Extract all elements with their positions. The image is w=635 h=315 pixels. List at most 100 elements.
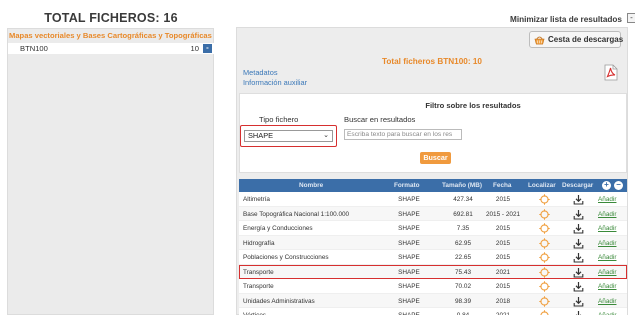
row-date: 2018 [495,297,511,305]
row-size: 98.39 [455,297,471,305]
collapse-all-button[interactable]: − [614,181,623,190]
table-row: Base Topográfica Nacional 1:100.000 SHAPE… [239,206,627,221]
row-date: 2015 [495,283,511,290]
minimize-results-button[interactable]: - [627,13,635,23]
download-icon[interactable] [573,281,584,292]
category-item-btn100[interactable]: BTN100 10 - [8,43,215,54]
row-format: SHAPE [398,210,420,218]
row-name: Poblaciones y Construcciones [243,254,329,261]
row-size: 62.95 [455,239,471,247]
download-icon[interactable] [573,223,584,234]
basket-icon [534,36,545,45]
download-icon[interactable] [573,209,584,220]
table-row: Unidades Administrativas SHAPE 98.39 2018 Añ… [239,293,627,308]
column-header-format[interactable]: Formato [394,182,420,189]
expand-all-button[interactable]: + [602,181,611,190]
table-row: Transporte SHAPE 75.43 2021 Añadir [239,264,627,279]
row-format: SHAPE [398,268,420,276]
row-name: Energía y Conducciones [243,225,313,232]
column-header-size[interactable]: Tamaño (MB) [442,182,482,189]
file-type-value: SHAPE [248,131,274,140]
row-name: Hidrografía [243,239,275,247]
table-row: Hidrografía SHAPE 62.95 2015 Añadir [239,235,627,250]
row-size: 7.35 [456,225,470,232]
category-box: Mapas vectoriales y Bases Cartográficas … [7,28,215,315]
category-item-count: 10 [190,44,199,53]
table-row: VérticesSHAPE0.842021Añadir [239,308,627,315]
row-name: Transporte [243,268,274,276]
add-to-basket-link[interactable]: Añadir [598,240,616,247]
table-header: Nombre Formato Tamaño (MB) Fecha Localiz… [239,179,627,192]
row-name: Unidades Administrativas [243,297,315,305]
locate-icon[interactable] [539,310,550,315]
row-size: 75.43 [455,268,471,276]
file-type-label: Tipo fichero [259,115,299,124]
row-format: SHAPE [398,283,420,290]
download-icon[interactable] [573,296,584,307]
category-item-name: BTN100 [20,44,48,53]
row-date: 2015 [495,239,511,247]
category-header[interactable]: Mapas vectoriales y Bases Cartográficas … [8,31,215,40]
minimize-results-label[interactable]: Minimizar lista de resultados [510,15,622,24]
row-format: SHAPE [398,196,420,203]
row-date: 2015 [495,196,511,203]
filter-title: Filtro sobre los resultados [425,101,521,110]
add-to-basket-link[interactable]: Añadir [598,283,616,290]
column-header-date[interactable]: Fecha [493,182,511,189]
download-icon[interactable] [573,238,584,249]
download-basket-button[interactable]: Cesta de descargas [529,31,623,48]
metadata-link[interactable]: Metadatos [243,68,278,77]
table-row: Altimetría SHAPE 427.34 2015 Añadir [239,192,627,207]
download-icon[interactable] [573,310,584,315]
locate-icon[interactable] [539,223,550,234]
row-format: SHAPE [398,297,420,305]
total-files-btn100: Total ficheros BTN100: 10 [382,57,482,66]
results-sidebar: TOTAL FICHEROS: 16 Mapas vectoriales y B… [0,0,222,315]
column-header-name[interactable]: Nombre [299,182,323,189]
pdf-file-icon[interactable] [604,64,618,81]
download-icon[interactable] [573,252,584,263]
file-type-select[interactable]: SHAPE ⌄ [244,130,333,142]
add-to-basket-link[interactable]: Añadir [598,254,616,261]
add-to-basket-link[interactable]: Añadir [598,225,616,232]
add-to-basket-link[interactable]: Añadir [598,211,616,218]
table-row: Energía y Conducciones SHAPE 7.35 2015 Añadi… [239,221,627,236]
file-type-highlight: SHAPE ⌄ [240,125,337,147]
row-format: SHAPE [398,239,420,247]
search-results-input[interactable]: Escriba texto para buscar en los res [344,129,462,140]
auxiliary-info-link[interactable]: Información auxiliar [243,78,307,87]
total-files-title: TOTAL FICHEROS: 16 [44,11,178,25]
row-format: SHAPE [398,254,420,261]
search-results-label: Buscar en resultados [344,115,416,124]
locate-icon[interactable] [539,266,550,278]
row-size: 427.34 [453,196,473,203]
add-to-basket-link[interactable]: Añadir [598,298,616,305]
add-to-basket-link[interactable]: Añadir [598,269,616,276]
collapse-button[interactable]: - [203,44,212,53]
results-panel: Cesta de descargas Total ficheros BTN100… [236,27,628,315]
table-row: Transporte SHAPE 70.02 2015 Añadir [239,279,627,294]
locate-icon[interactable] [539,281,550,292]
row-date: 2015 - 2021 [485,210,521,218]
locate-icon[interactable] [539,237,550,249]
column-header-locate: Localizar [528,182,556,189]
row-name: Transporte [243,283,274,290]
chevron-down-icon: ⌄ [323,132,329,139]
results-filter: Filtro sobre los resultados Tipo fichero… [239,93,627,173]
download-icon[interactable] [573,267,584,278]
locate-icon[interactable] [539,252,550,263]
locate-icon[interactable] [539,194,550,205]
download-icon[interactable] [573,194,584,205]
row-name: Altimetría [243,196,270,203]
row-format: SHAPE [398,225,420,232]
add-to-basket-link[interactable]: Añadir [598,196,616,203]
page: TOTAL FICHEROS: 16 Mapas vectoriales y B… [0,0,635,315]
row-name: Base Topográfica Nacional 1:100.000 [243,210,350,218]
row-date: 2015 [495,225,511,232]
search-button[interactable]: Buscar [420,152,451,164]
locate-icon[interactable] [539,295,550,307]
row-size: 692.81 [453,210,473,218]
locate-icon[interactable] [539,208,550,220]
row-date: 2015 [495,254,511,261]
table-row: Poblaciones y Construcciones SHAPE 22.65 20… [239,250,627,265]
